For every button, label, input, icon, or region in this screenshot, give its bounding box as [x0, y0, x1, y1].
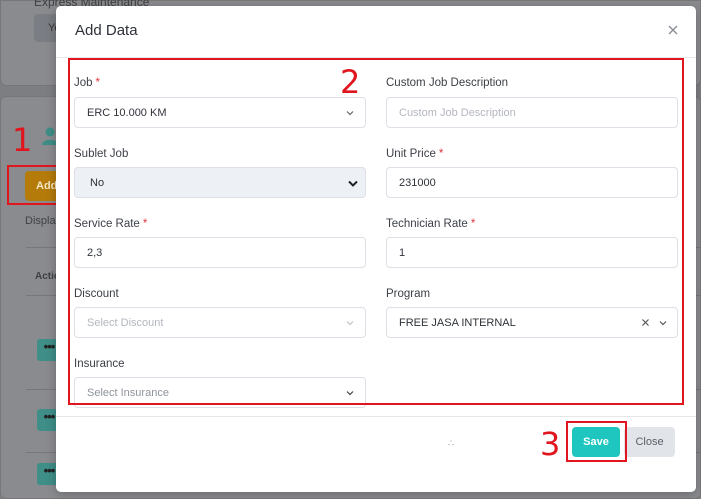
loading-spinner-icon: ∴ [448, 438, 454, 448]
annotation-number-1: 1 [12, 121, 33, 159]
annotation-box-2 [68, 58, 684, 405]
close-icon[interactable] [666, 23, 680, 37]
close-button[interactable]: Close [624, 427, 675, 457]
annotation-number-2: 2 [340, 63, 361, 101]
modal-header: Add Data [56, 6, 696, 58]
modal-title: Add Data [75, 22, 138, 39]
background-display-label: Displa [25, 215, 56, 227]
annotation-box-3 [566, 421, 627, 462]
annotation-box-1 [7, 165, 59, 205]
annotation-number-3: 3 [540, 425, 561, 463]
modal-footer-divider [56, 416, 696, 417]
